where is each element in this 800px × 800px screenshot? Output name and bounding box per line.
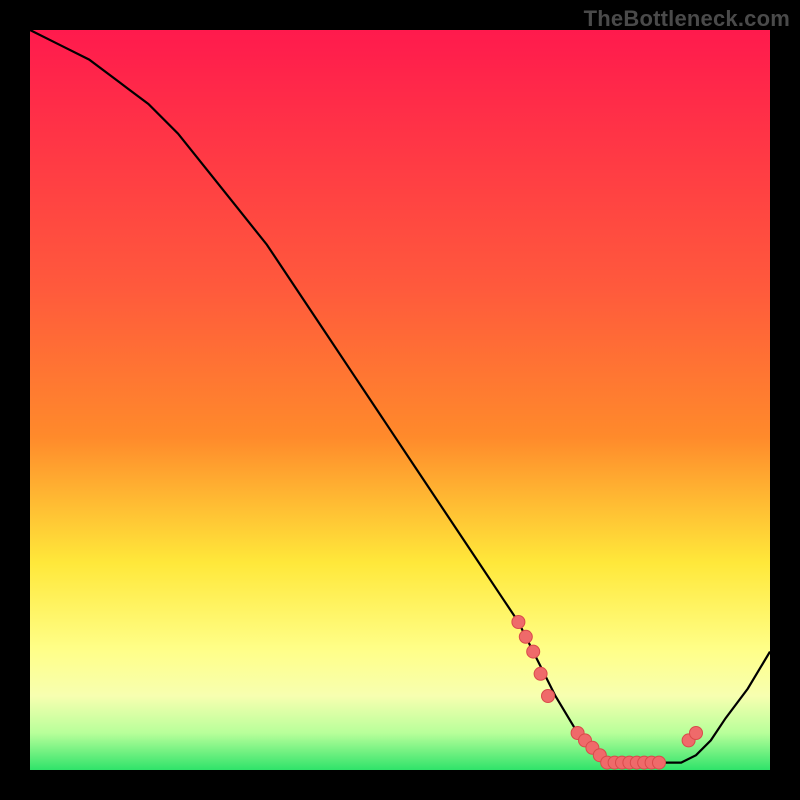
highlight-dot	[690, 727, 703, 740]
highlight-dots	[512, 616, 703, 770]
highlight-dot	[542, 690, 555, 703]
watermark-text: TheBottleneck.com	[584, 6, 790, 32]
bottleneck-curve	[30, 30, 770, 763]
highlight-dot	[527, 645, 540, 658]
chart-container: TheBottleneck.com	[0, 0, 800, 800]
highlight-dot	[519, 630, 532, 643]
highlight-dot	[653, 756, 666, 769]
highlight-dot	[534, 667, 547, 680]
plot-area	[30, 30, 770, 770]
highlight-dot	[512, 616, 525, 629]
curve-layer	[30, 30, 770, 770]
